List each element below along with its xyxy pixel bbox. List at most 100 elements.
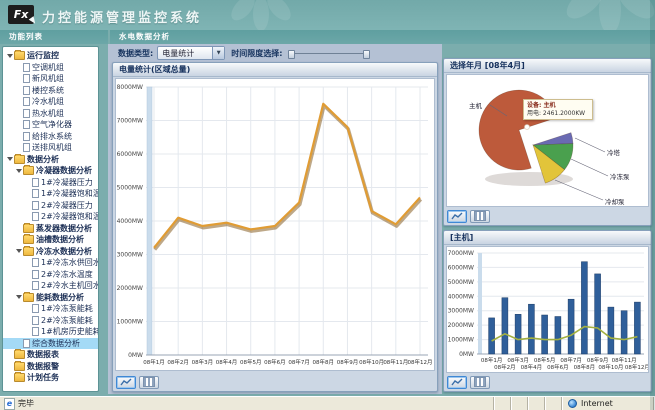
status-left: e 完毕 [0,397,495,410]
table-view-icon [474,211,486,221]
tree-item[interactable]: 新风机组 [3,73,98,85]
chart-view-button[interactable] [116,376,136,389]
ie-page-icon: e [4,398,15,410]
status-cell [546,397,563,410]
tree-item[interactable]: 综合数据分析 [3,338,98,350]
svg-text:3000MW: 3000MW [117,252,143,259]
bar-chart-area: 0MW1000MW2000MW3000MW4000MW5000MW6000MW7… [446,246,649,373]
chart-view-button[interactable] [447,210,467,223]
document-icon [23,339,30,348]
status-cell [512,397,529,410]
time-range-slider[interactable] [288,48,370,59]
slider-thumb-start[interactable] [288,50,295,59]
tree-item[interactable]: 计划任务 [3,372,98,384]
tree-item[interactable]: 2#冷凝器压力 [3,200,98,212]
table-view-button[interactable] [470,376,490,389]
tree-item[interactable]: 能耗数据分析 [3,292,98,304]
svg-text:2000MW: 2000MW [117,285,143,292]
svg-text:08年5月: 08年5月 [240,358,262,366]
tree-item[interactable]: 给排水系统 [3,131,98,143]
slider-thumb-end[interactable] [363,50,370,59]
svg-text:3000MW: 3000MW [448,308,474,315]
document-icon [23,97,30,106]
tree-item[interactable]: 油槽数据分析 [3,234,98,246]
chart-toolbar: 数据类型: 电量统计 ▼ 时间限度选择: [112,45,440,61]
tree-item[interactable]: 冷凝器数据分析 [3,165,98,177]
tree-item[interactable]: 2#冷水主机回水温度 [3,280,98,292]
tree-item[interactable]: 数据报表 [3,349,98,361]
tree-item-label: 数据报表 [27,349,59,360]
tree-item-label: 数据报警 [27,361,59,372]
tree-item[interactable]: 楼控系统 [3,85,98,97]
tree-item[interactable]: 冷冻水数据分析 [3,246,98,258]
svg-text:08年2月: 08年2月 [167,358,189,366]
tree-item-label: 给排水系统 [32,131,72,142]
document-icon [32,304,39,313]
right-edge-shade [650,0,655,410]
sidebar-header: 功能列表 [0,30,108,44]
data-type-value: 电量统计 [158,48,212,59]
tree-item[interactable]: 数据报警 [3,361,98,373]
line-chart-svg: 0MW1000MW2000MW3000MW4000MW5000MW6000MW7… [116,79,435,371]
dropdown-arrow-icon[interactable]: ▼ [212,47,224,59]
tree-item[interactable]: 2#冷冻水温度 [3,269,98,281]
folder-icon [14,373,25,382]
svg-text:08年11月: 08年11月 [612,356,637,364]
document-icon [32,189,39,198]
status-text: 完毕 [18,398,34,409]
table-view-button[interactable] [139,376,159,389]
document-icon [32,178,39,187]
svg-text:4000MW: 4000MW [448,293,474,300]
chart-view-icon [451,212,463,221]
document-icon [32,270,39,279]
collapse-arrow-icon[interactable] [6,51,14,61]
tree-item-label: 2#冷冻水温度 [41,269,93,280]
table-view-icon [474,377,486,387]
pie-chart-area: 冷塔冷冻泵冷却泵主机 设备: 主机 用电: 2461.2000KW [446,74,649,207]
svg-text:6000MW: 6000MW [448,264,474,271]
tree-item[interactable]: 2#冷凝器饱和温度 [3,211,98,223]
chart-view-button[interactable] [447,376,467,389]
svg-text:2000MW: 2000MW [448,322,474,329]
table-view-button[interactable] [470,210,490,223]
tree-item-label: 1#冷凝器饱和温度 [41,188,98,199]
tree-item[interactable]: 1#冷凝器压力 [3,177,98,189]
chart-view-icon [120,378,132,387]
tree-item[interactable]: 2#冷冻泵能耗 [3,315,98,327]
tree-item[interactable]: 送排风机组 [3,142,98,154]
tree-item-label: 2#冷凝器压力 [41,200,93,211]
status-zone-text: Internet [581,399,613,408]
tree-item[interactable]: 空调机组 [3,62,98,74]
data-type-select[interactable]: 电量统计 ▼ [157,46,225,60]
pie-chart-panel: 选择年月 [08年4月] 冷塔冷冻泵冷却泵主机 设备: 主机 用电: 2461.… [443,58,652,226]
collapse-arrow-icon[interactable] [15,292,23,302]
title-bar: Fx 力控能源管理监控系统 [0,0,655,30]
tree-item[interactable]: 冷水机组 [3,96,98,108]
bar-chart-panel: [主机] 0MW1000MW2000MW3000MW4000MW5000MW60… [443,230,652,392]
svg-text:冷却泵: 冷却泵 [605,197,625,206]
data-type-label: 数据类型: [118,48,153,59]
tree-item[interactable]: 1#机房历史能耗 [3,326,98,338]
tree-item[interactable]: 空气净化器 [3,119,98,131]
tree-item-label: 2#冷水主机回水温度 [41,280,98,291]
tree-item-label: 1#机房历史能耗 [41,326,98,337]
tooltip-device: 设备: 主机 [527,102,589,110]
tree-item[interactable]: 蒸发器数据分析 [3,223,98,235]
tree-item[interactable]: 运行监控 [3,50,98,62]
svg-text:08年4月: 08年4月 [216,358,238,366]
tree-item[interactable]: 数据分析 [3,154,98,166]
pie-chart-svg[interactable]: 冷塔冷冻泵冷却泵主机 [447,75,649,207]
collapse-arrow-icon[interactable] [15,246,23,256]
tree-item[interactable]: 1#冷凝器饱和温度 [3,188,98,200]
tree-item-label: 送排风机组 [32,142,72,153]
tree-item-label: 空气净化器 [32,119,72,130]
line-chart-title: 电量统计(区域总量) [113,63,437,77]
tree-item[interactable]: 1#冷冻水供回水温度 [3,257,98,269]
tree-item[interactable]: 热水机组 [3,108,98,120]
content-header-tab[interactable]: 水电数据分析 [110,30,655,44]
collapse-arrow-icon[interactable] [15,166,23,176]
tree-item[interactable]: 1#冷冻泵能耗 [3,303,98,315]
app-window: Fx 力控能源管理监控系统 功能列表 水电数据分析 运行监控空调机组新风机组楼控… [0,0,655,410]
collapse-arrow-icon[interactable] [6,154,14,164]
svg-text:冷塔: 冷塔 [607,148,621,157]
